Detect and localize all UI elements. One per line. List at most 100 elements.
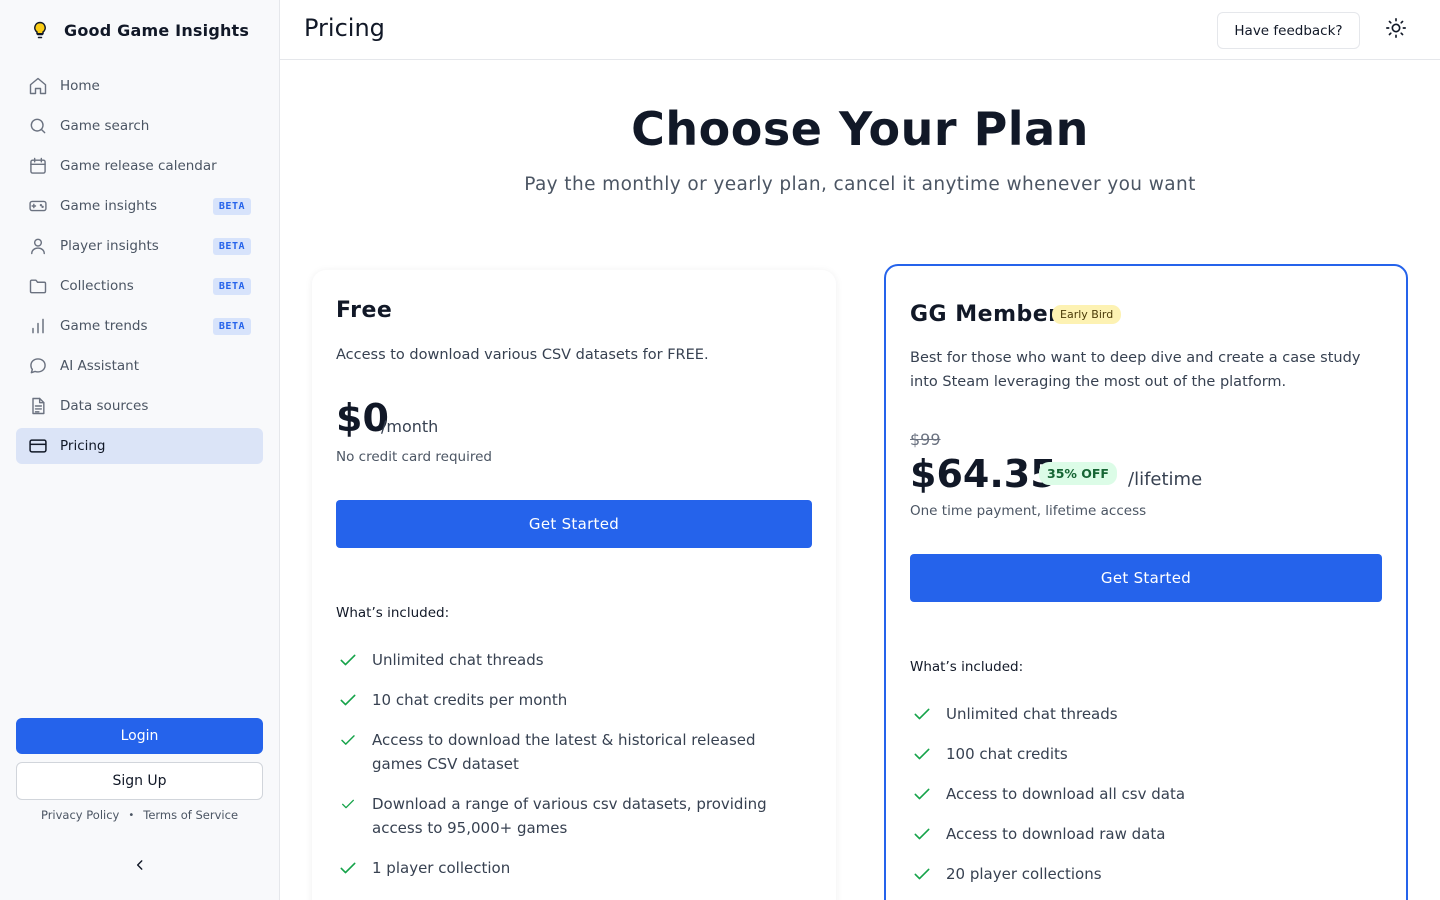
plan-note: No credit card required — [336, 449, 492, 465]
plan-card-gg-member: GG Member Early Bird Best for those who … — [884, 264, 1408, 900]
get-started-button[interactable]: Get Started — [910, 554, 1382, 602]
sidebar-item-collections[interactable]: Collections BETA — [16, 268, 263, 304]
check-icon — [336, 688, 360, 712]
calendar-icon — [28, 156, 48, 176]
brand[interactable]: Good Game Insights — [30, 18, 249, 42]
beta-badge: BETA — [212, 317, 251, 335]
feature-text: 10 chat credits per month — [372, 691, 568, 709]
sidebar-item-player-insights[interactable]: Player insights BETA — [16, 228, 263, 264]
folder-icon — [28, 276, 48, 296]
pricing-hero-subtitle: Pay the monthly or yearly plan, cancel i… — [524, 174, 1196, 195]
plan-price: $64.35 — [910, 452, 1057, 496]
sidebar-item-label: Home — [60, 78, 100, 94]
check-icon — [336, 792, 360, 816]
sidebar-item-label: Player insights — [60, 238, 159, 254]
plan-card-free: Free Access to download various CSV data… — [312, 270, 836, 900]
document-icon — [28, 396, 48, 416]
check-icon — [910, 742, 934, 766]
gamepad-icon — [28, 196, 48, 216]
sidebar-item-game-search[interactable]: Game search — [16, 108, 263, 144]
plan-name: GG Member — [910, 302, 1060, 327]
feature-item: Access to download the latest & historic… — [336, 728, 796, 776]
chevron-left-icon — [133, 857, 147, 876]
credit-card-icon — [28, 436, 48, 456]
feature-text: 100 chat credits — [946, 745, 1068, 763]
sidebar-item-home[interactable]: Home — [16, 68, 263, 104]
included-title: What’s included: — [910, 659, 1024, 675]
plan-description: Best for those who want to deep dive and… — [910, 350, 1361, 390]
home-icon — [28, 76, 48, 96]
top-header: Pricing Have feedback? — [280, 0, 1440, 60]
feature-text: 1 player collection — [372, 859, 511, 877]
terms-of-service-link[interactable]: Terms of Service — [143, 808, 238, 822]
feature-text: Unlimited chat threads — [946, 705, 1118, 723]
sidebar-item-label: Collections — [60, 278, 134, 294]
page-title: Pricing — [304, 14, 385, 42]
plan-period: /lifetime — [1128, 469, 1203, 490]
sidebar-item-label: Game release calendar — [60, 158, 217, 174]
sidebar-item-game-release-calendar[interactable]: Game release calendar — [16, 148, 263, 184]
signup-button[interactable]: Sign Up — [16, 762, 263, 800]
feature-item: 10 chat credits per month — [336, 688, 796, 712]
app-name: Good Game Insights — [64, 20, 250, 40]
check-icon — [910, 822, 934, 846]
sidebar-item-label: Pricing — [60, 438, 106, 454]
beta-badge: BETA — [212, 237, 251, 255]
check-icon — [336, 728, 360, 752]
feature-item: 1 player collection — [336, 856, 796, 880]
feature-list: Unlimited chat threads 100 chat credits … — [910, 702, 1370, 900]
feedback-button[interactable]: Have feedback? — [1217, 12, 1360, 49]
chat-bubble-icon — [28, 356, 48, 376]
feature-text: 20 player collections — [946, 865, 1102, 883]
sidebar-item-data-sources[interactable]: Data sources — [16, 388, 263, 424]
plan-note: One time payment, lifetime access — [910, 503, 1147, 519]
feature-item: Access to download raw data — [910, 822, 1370, 846]
early-bird-badge: Early Bird — [1052, 305, 1122, 324]
sidebar-item-game-trends[interactable]: Game trends BETA — [16, 308, 263, 344]
beta-badge: BETA — [212, 197, 251, 215]
sidebar-item-label: AI Assistant — [60, 358, 140, 374]
get-started-button[interactable]: Get Started — [336, 500, 812, 548]
login-button[interactable]: Login — [16, 718, 263, 754]
feature-item: Unlimited chat threads — [910, 702, 1370, 726]
sidebar-nav: Home Game search Game release calendar G… — [16, 68, 263, 468]
sidebar-item-label: Game search — [60, 118, 150, 134]
bar-chart-icon — [28, 316, 48, 336]
collapse-sidebar-button[interactable] — [129, 855, 151, 877]
plan-period: /month — [381, 417, 439, 436]
user-icon — [28, 236, 48, 256]
plan-description: Access to download various CSV datasets … — [336, 347, 709, 363]
feature-item: 20 player collections — [910, 862, 1370, 886]
feature-text: Unlimited chat threads — [372, 651, 544, 669]
check-icon — [336, 856, 360, 880]
legal-links: Privacy Policy • Terms of Service — [16, 808, 263, 822]
feature-list: Unlimited chat threads 10 chat credits p… — [336, 648, 796, 896]
check-icon — [910, 702, 934, 726]
feature-item: Download a range of various csv datasets… — [336, 792, 796, 840]
sidebar: Good Game Insights Home Game search Game… — [0, 0, 280, 900]
sidebar-item-pricing[interactable]: Pricing — [16, 428, 263, 464]
lightbulb-icon — [30, 20, 50, 40]
feature-text: Access to download all csv data — [946, 785, 1186, 803]
feature-item: Unlimited chat threads — [336, 648, 796, 672]
feature-item: Access to download all csv data — [910, 782, 1370, 806]
privacy-policy-link[interactable]: Privacy Policy — [41, 808, 119, 822]
sun-icon — [1385, 17, 1407, 43]
check-icon — [910, 862, 934, 886]
feature-text: Access to download the latest & historic… — [372, 731, 756, 773]
sidebar-item-game-insights[interactable]: Game insights BETA — [16, 188, 263, 224]
separator-dot: • — [128, 809, 135, 821]
sidebar-item-label: Game trends — [60, 318, 148, 334]
sidebar-item-label: Game insights — [60, 198, 158, 214]
plan-name: Free — [336, 298, 393, 323]
sidebar-item-label: Data sources — [60, 398, 149, 414]
sidebar-item-ai-assistant[interactable]: AI Assistant — [16, 348, 263, 384]
theme-toggle-button[interactable] — [1384, 18, 1408, 42]
search-icon — [28, 116, 48, 136]
pricing-hero-title: Choose Your Plan — [631, 102, 1089, 156]
beta-badge: BETA — [212, 277, 251, 295]
feature-text: Access to download raw data — [946, 825, 1166, 843]
discount-badge: 35% OFF — [1039, 462, 1117, 485]
check-icon — [910, 782, 934, 806]
feature-text: Download a range of various csv datasets… — [372, 795, 767, 837]
